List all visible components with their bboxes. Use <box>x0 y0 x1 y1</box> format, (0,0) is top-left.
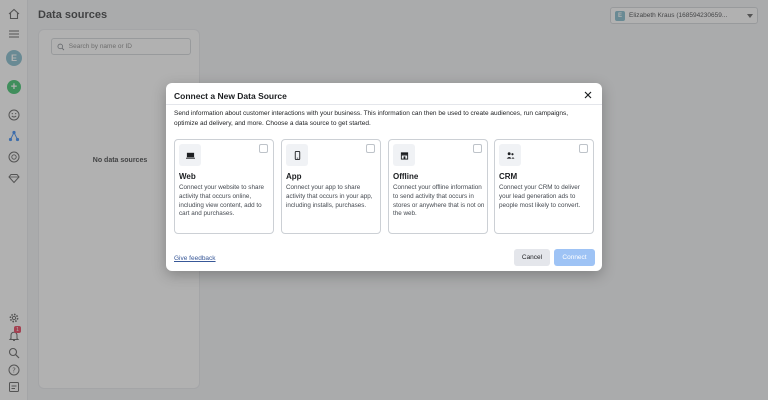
dialog-title: Connect a New Data Source <box>174 91 287 101</box>
source-card-app[interactable]: App Connect your app to share activity t… <box>281 139 381 234</box>
connect-button[interactable]: Connect <box>554 249 595 266</box>
connect-data-source-dialog: Connect a New Data Source Send informati… <box>166 83 602 271</box>
card-description: Connect your app to share activity that … <box>286 184 373 209</box>
store-icon <box>393 144 415 166</box>
cancel-button[interactable]: Cancel <box>514 249 550 266</box>
dialog-description: Send information about customer interact… <box>174 110 569 127</box>
checkbox[interactable] <box>579 144 588 153</box>
source-options: Web Connect your website to share activi… <box>174 139 594 234</box>
card-title: App <box>286 172 302 181</box>
divider <box>166 104 602 105</box>
card-title: CRM <box>499 172 518 181</box>
card-description: Connect your website to share activity t… <box>179 184 265 218</box>
checkbox[interactable] <box>366 144 375 153</box>
checkbox[interactable] <box>259 144 268 153</box>
phone-icon <box>286 144 308 166</box>
source-card-offline[interactable]: Offline Connect your offline information… <box>388 139 488 234</box>
source-card-crm[interactable]: CRM Connect your CRM to deliver your lea… <box>494 139 594 234</box>
card-description: Connect your CRM to deliver your lead ge… <box>499 184 581 209</box>
monitor-icon <box>179 144 201 166</box>
card-description: Connect your offline information to send… <box>393 184 485 218</box>
checkbox[interactable] <box>473 144 482 153</box>
card-title: Web <box>179 172 196 181</box>
close-icon[interactable] <box>582 89 594 101</box>
people-icon <box>499 144 521 166</box>
give-feedback-link[interactable]: Give feedback <box>174 255 216 262</box>
source-card-web[interactable]: Web Connect your website to share activi… <box>174 139 274 234</box>
card-title: Offline <box>393 172 419 181</box>
